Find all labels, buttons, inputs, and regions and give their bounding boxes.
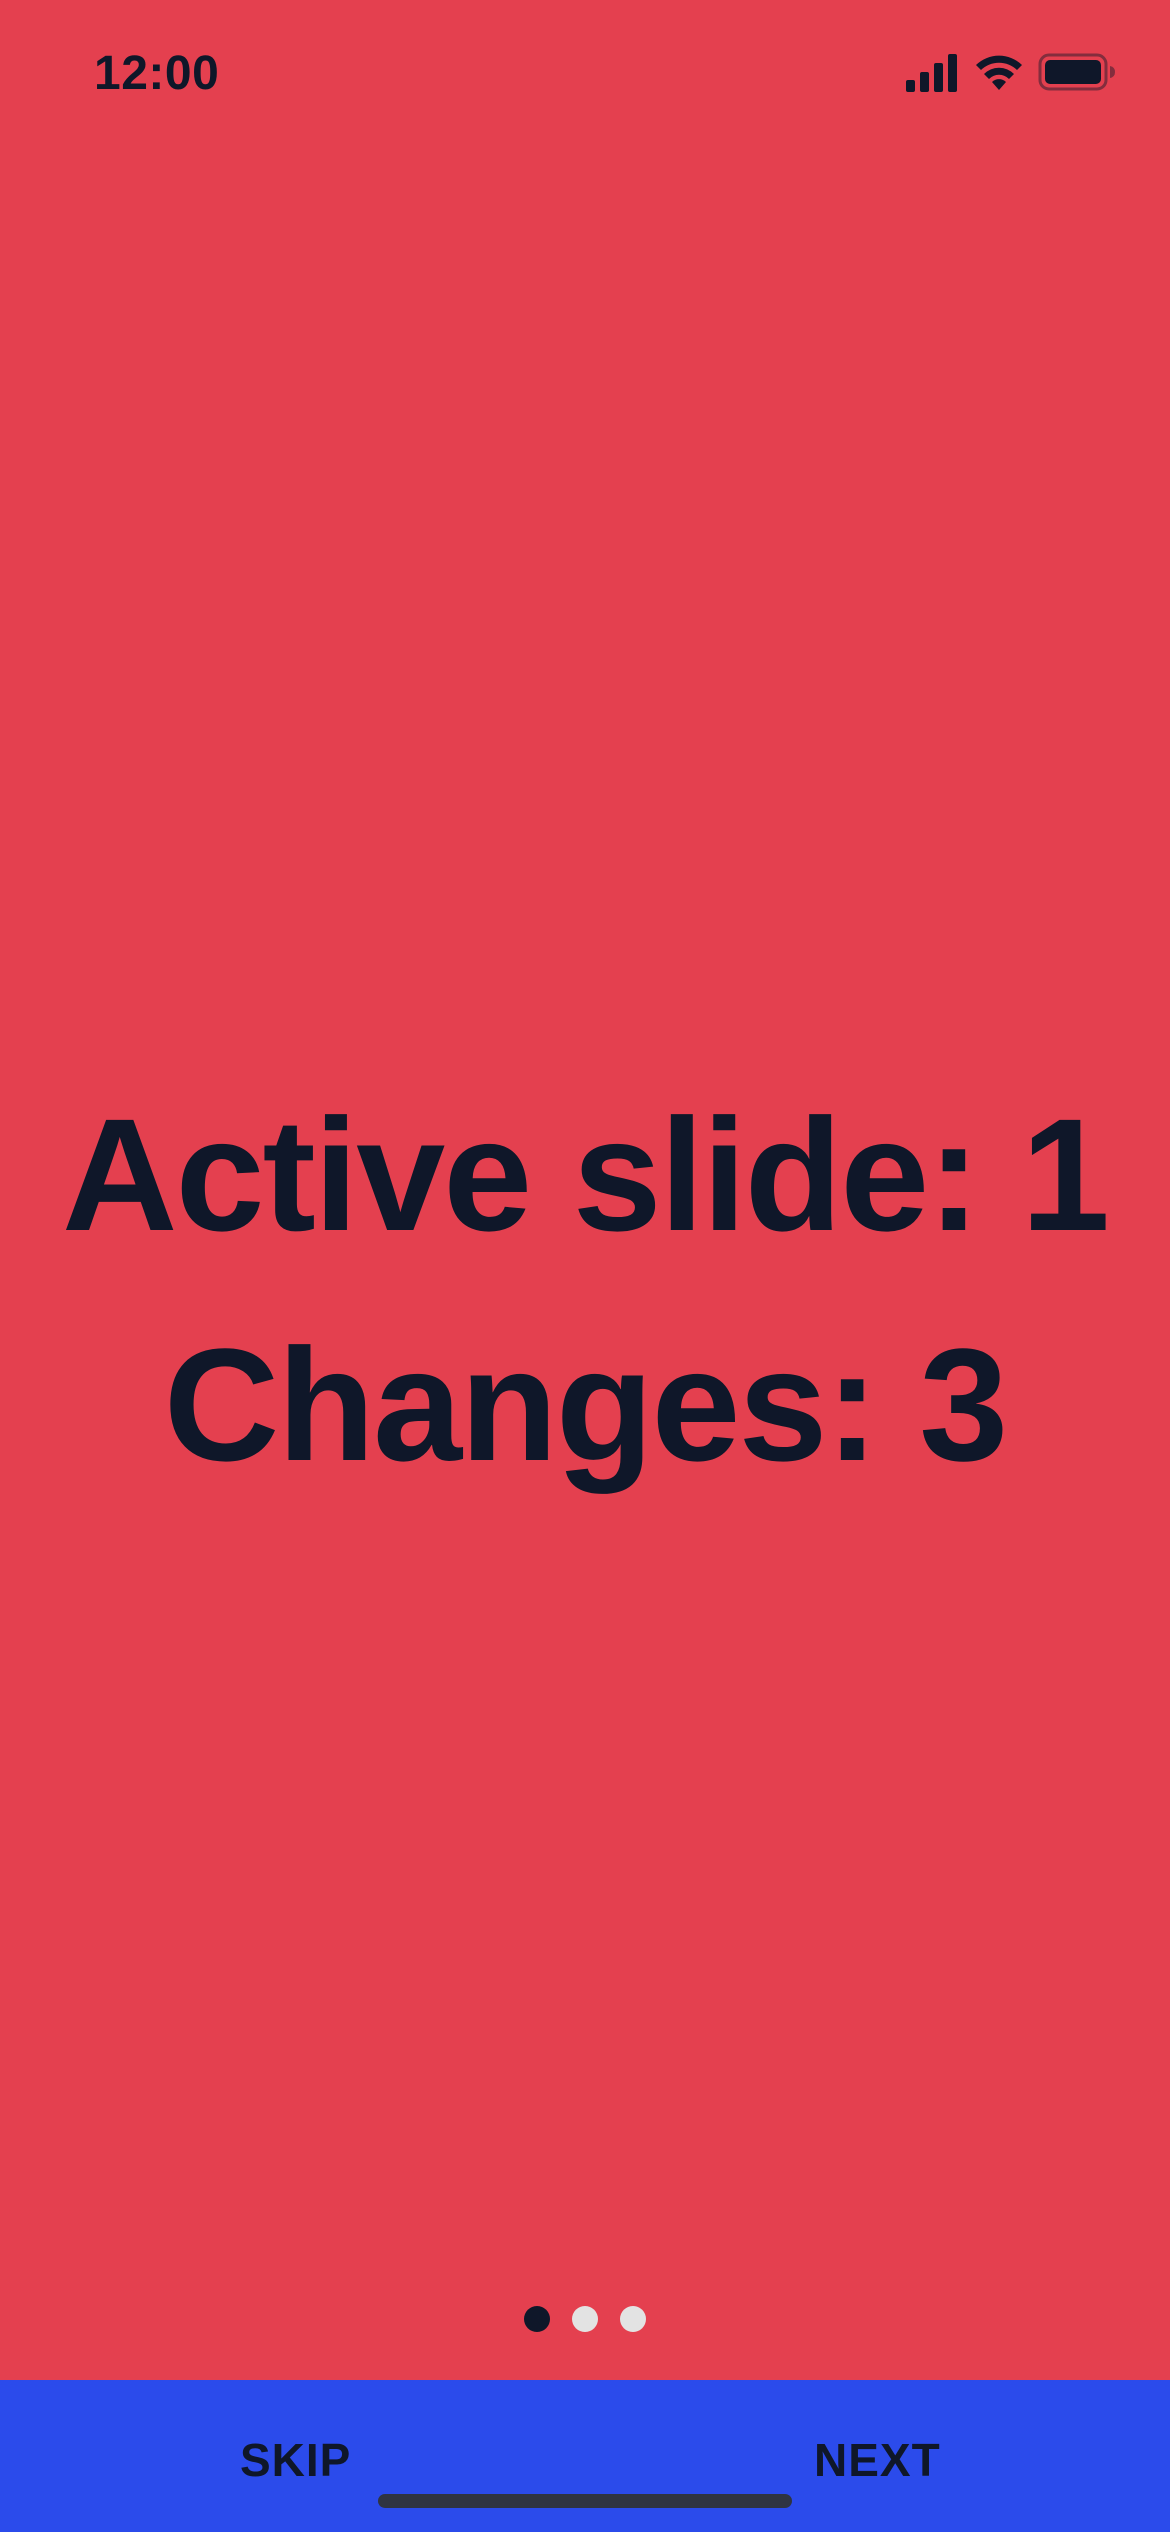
skip-button[interactable]: SKIP xyxy=(240,2432,351,2488)
status-time: 12:00 xyxy=(94,47,220,100)
slide-content: Active slide: 1 Changes: 3 xyxy=(0,1060,1170,1520)
onboarding-screen: 12:00 Active slide: 1 Changes: 3 SKIP NE… xyxy=(0,0,1170,2532)
active-slide-text: Active slide: 1 xyxy=(61,1085,1110,1264)
signal-icon xyxy=(906,54,957,92)
status-bar: 12:00 xyxy=(0,0,1170,150)
wifi-icon xyxy=(976,55,1022,90)
pagination-dot-3[interactable] xyxy=(620,2306,646,2332)
next-button[interactable]: NEXT xyxy=(814,2432,941,2488)
pagination-dots xyxy=(0,2306,1170,2334)
battery-icon xyxy=(1038,53,1115,91)
pagination-dot-1[interactable] xyxy=(524,2306,550,2332)
bottom-bar: SKIP NEXT xyxy=(0,2380,1170,2532)
home-indicator[interactable] xyxy=(378,2494,792,2508)
pagination-dot-2[interactable] xyxy=(572,2306,598,2332)
changes-count-text: Changes: 3 xyxy=(163,1315,1008,1494)
